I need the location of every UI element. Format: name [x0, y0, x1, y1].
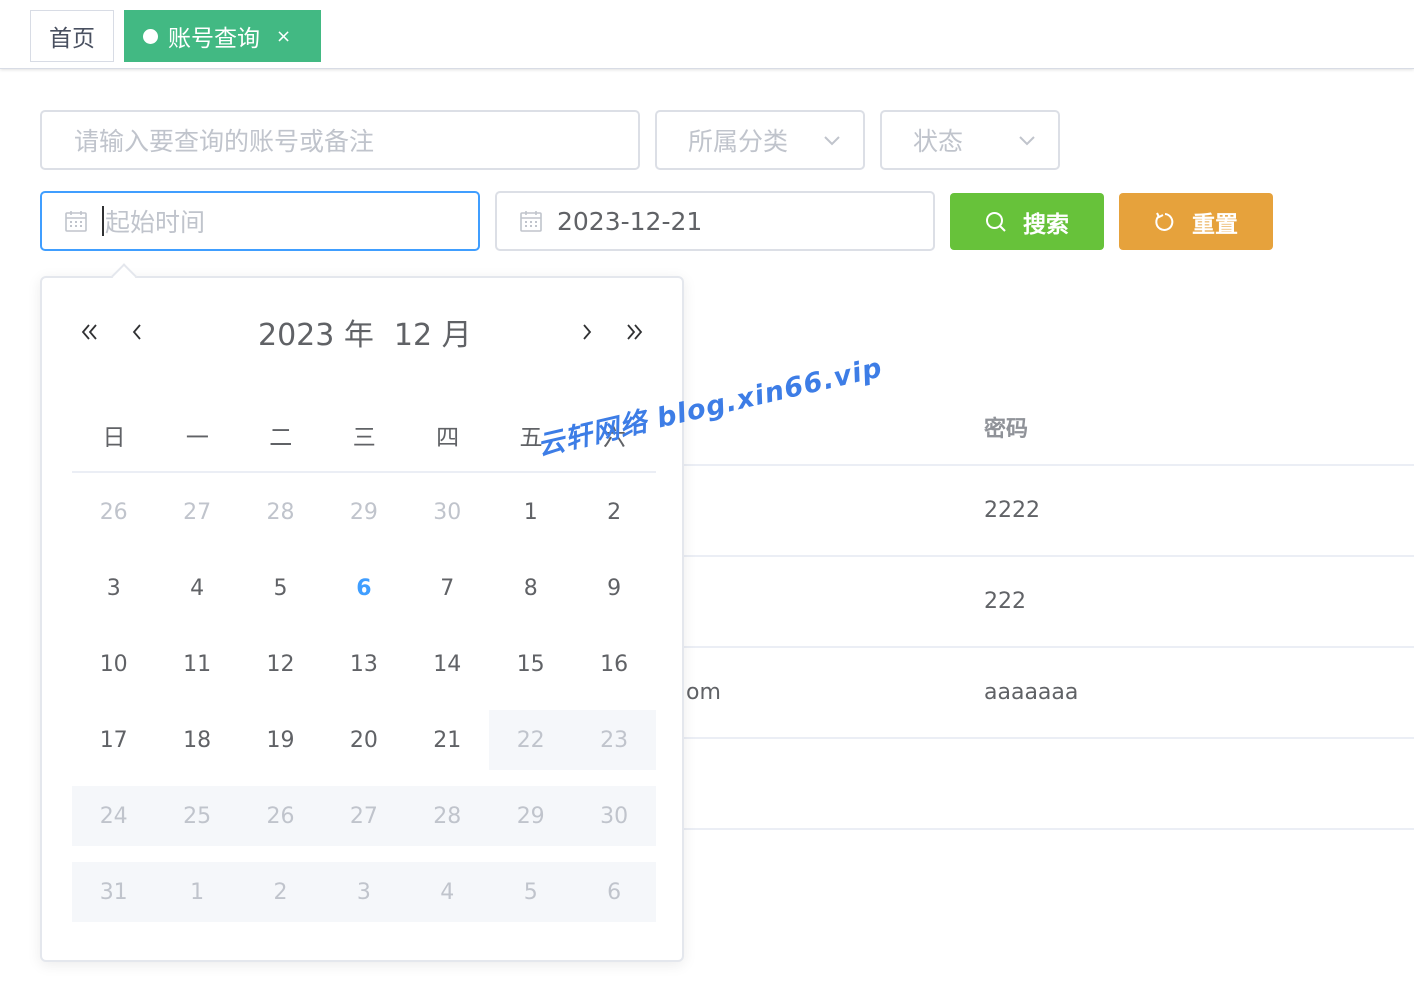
picker-header-title: 2023 年 12 月 [258, 310, 578, 354]
table-divider [684, 464, 1414, 466]
day-cell[interactable]: 16 [572, 634, 655, 694]
day-cell[interactable]: 28 [239, 482, 322, 542]
table-cell-password: 222 [984, 589, 1026, 614]
chevron-right-icon[interactable] [572, 317, 602, 347]
tag-close-icon[interactable]: × [276, 26, 291, 47]
table-cell-password: 2222 [984, 498, 1040, 523]
day-cell: 2 [238, 862, 323, 922]
end-date-input[interactable]: 2023-12-21 [495, 191, 935, 251]
day-cell[interactable]: 14 [406, 634, 489, 694]
weekday-label: 一 [185, 425, 209, 451]
day-cell[interactable]: 21 [406, 710, 489, 770]
weekday-label: 日 [102, 425, 126, 451]
double-chevron-right-icon[interactable] [619, 317, 649, 347]
weekday-label: 二 [269, 425, 293, 451]
day-cell[interactable]: 15 [489, 634, 572, 694]
category-select[interactable]: 所属分类 [655, 110, 865, 170]
day-cell[interactable]: 13 [322, 634, 405, 694]
tag-active-label: 账号查询 [168, 26, 260, 52]
day-cell: 30 [572, 786, 656, 846]
day-cell[interactable]: 19 [239, 710, 322, 770]
day-cell: 6 [572, 862, 656, 922]
day-cell: 5 [489, 862, 573, 922]
status-select[interactable]: 状态 [880, 110, 1060, 170]
day-cell: 23 [572, 710, 656, 770]
day-cell[interactable]: 10 [72, 634, 155, 694]
day-cell: 27 [322, 786, 406, 846]
chevron-down-icon [824, 136, 840, 146]
day-cell[interactable]: 11 [155, 634, 238, 694]
day-cell[interactable]: 9 [572, 558, 655, 618]
day-cell[interactable]: 17 [72, 710, 155, 770]
day-cell[interactable]: 12 [239, 634, 322, 694]
search-button[interactable]: 搜索 [950, 193, 1104, 250]
day-cell[interactable]: 1 [489, 482, 572, 542]
day-cell[interactable]: 30 [406, 482, 489, 542]
account-search-input[interactable]: 请输入要查询的账号或备注 [40, 110, 640, 170]
day-cell: 25 [155, 786, 239, 846]
search-button-label: 搜索 [1023, 211, 1069, 238]
table-divider [684, 828, 1414, 830]
table-cell-account: om [686, 680, 721, 705]
day-cell[interactable]: 18 [155, 710, 238, 770]
day-cell[interactable]: 4 [155, 558, 238, 618]
double-chevron-left-icon[interactable] [75, 317, 105, 347]
search-placeholder: 请输入要查询的账号或备注 [74, 127, 375, 156]
day-cell[interactable]: 7 [406, 558, 489, 618]
tag-home-label: 首页 [49, 26, 95, 52]
refresh-icon [1155, 212, 1174, 231]
picker-month-label[interactable]: 12 月 [394, 310, 472, 354]
start-date-input[interactable]: 起始时间 [40, 191, 480, 251]
search-icon [986, 211, 1006, 232]
day-cell[interactable]: 27 [155, 482, 238, 542]
tag-home[interactable]: 首页 [30, 10, 114, 62]
day-cell: 24 [72, 786, 156, 846]
reset-button[interactable]: 重置 [1119, 193, 1273, 250]
day-cell[interactable]: 20 [322, 710, 405, 770]
category-placeholder: 所属分类 [688, 127, 789, 156]
tags-view-bar: 首页 账号查询 × [0, 0, 1414, 69]
day-cell[interactable]: 2 [572, 482, 655, 542]
day-cell: 22 [489, 710, 573, 770]
day-cell: 31 [72, 862, 156, 922]
day-cell-today[interactable]: 6 [322, 558, 405, 618]
weekday-label: 四 [436, 425, 460, 451]
day-cell: 4 [405, 862, 489, 922]
reset-button-label: 重置 [1192, 211, 1238, 238]
calendar-icon [65, 211, 87, 232]
tag-active-dot [143, 28, 158, 44]
end-date-value: 2023-12-21 [557, 206, 703, 236]
tag-account-query[interactable]: 账号查询 × [124, 10, 321, 62]
table-cell-password: aaaaaaa [984, 680, 1079, 705]
table-divider [684, 646, 1414, 648]
weekday-label: 三 [352, 425, 376, 451]
picker-year-label[interactable]: 2023 年 [258, 310, 374, 354]
day-cell[interactable]: 8 [489, 558, 572, 618]
day-cell: 26 [238, 786, 323, 846]
day-cell[interactable]: 5 [239, 558, 322, 618]
chevron-down-icon [1019, 136, 1035, 146]
text-cursor [102, 206, 104, 236]
day-cell[interactable]: 29 [322, 482, 405, 542]
day-cell: 1 [155, 862, 239, 922]
day-cell: 28 [405, 786, 489, 846]
table-divider [684, 555, 1414, 557]
day-cell[interactable]: 3 [72, 558, 155, 618]
table-divider [684, 737, 1414, 739]
calendar-icon [520, 211, 542, 232]
weekday-divider [72, 471, 656, 473]
day-cell[interactable]: 26 [72, 482, 155, 542]
day-cell: 3 [322, 862, 406, 922]
status-placeholder: 状态 [913, 127, 964, 156]
day-cell: 29 [489, 786, 573, 846]
chevron-left-icon[interactable] [122, 317, 152, 347]
start-date-placeholder: 起始时间 [105, 208, 206, 237]
password-column-header: 密码 [984, 417, 1029, 442]
date-picker-panel [40, 276, 684, 962]
